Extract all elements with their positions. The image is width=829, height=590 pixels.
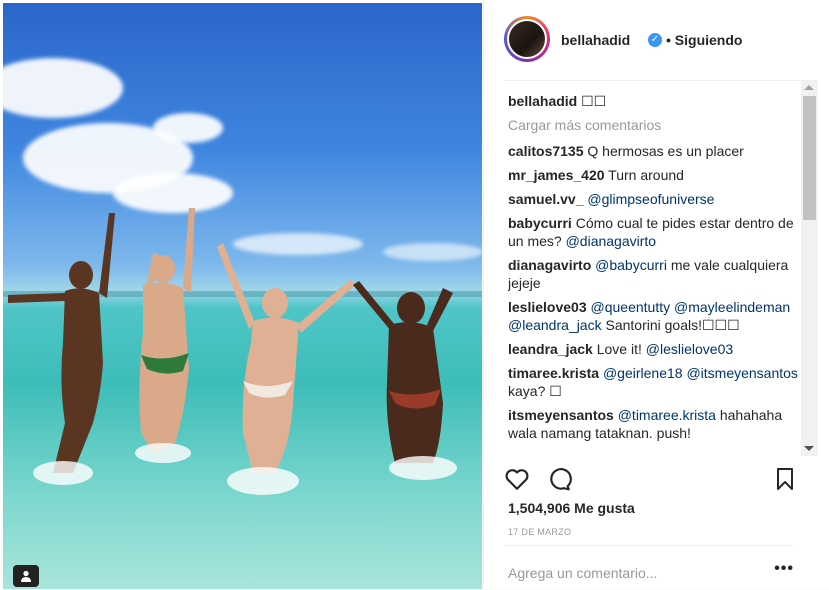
comment-mention[interactable]: @leslielove03 (646, 341, 733, 357)
comment-mention[interactable]: @mayleelindeman (674, 299, 790, 315)
user-tag-icon (21, 570, 31, 582)
comments-scrollbar[interactable] (801, 80, 818, 456)
comment-input[interactable]: Agrega un comentario... (508, 565, 657, 581)
comment-mention[interactable]: @leandra_jack (508, 317, 602, 333)
follow-status-label[interactable]: Siguiendo (675, 32, 743, 48)
comment-mention[interactable]: @queentutty (591, 299, 671, 315)
comment-item: samuel.vv_ @glimpseofuniverse (508, 190, 800, 208)
comment-mention[interactable]: @timaree.krista (618, 407, 716, 423)
post-date[interactable]: 17 DE MARZO (508, 527, 571, 537)
comment-username[interactable]: timaree.krista (508, 365, 599, 381)
avatar-ring[interactable] (504, 16, 550, 62)
follow-status[interactable]: • Siguiendo (666, 32, 742, 48)
comment-text: Santorini goals!☐☐☐ (601, 317, 740, 333)
post-header: bellahadid ✓ • Siguiendo (504, 0, 814, 81)
comment-username[interactable]: calitos7135 (508, 143, 584, 159)
comment-mention[interactable]: @geirlene18 (603, 365, 683, 381)
comment-mention[interactable]: @babycurri (595, 257, 667, 273)
more-options-button[interactable]: ••• (774, 560, 794, 578)
comment-username[interactable]: dianagavirto (508, 257, 591, 273)
comment-username[interactable]: leandra_jack (508, 341, 593, 357)
comment-item: mr_james_420 Turn around (508, 166, 800, 184)
people-silhouettes (8, 208, 457, 495)
comment-mention[interactable]: @dianagavirto (566, 233, 657, 249)
comment-username[interactable]: leslielove03 (508, 299, 587, 315)
comment-item: babycurri Cómo cual te pides estar dentr… (508, 214, 800, 250)
avatar[interactable] (507, 19, 547, 59)
header-username[interactable]: bellahadid (561, 32, 630, 48)
scroll-thumb[interactable] (803, 96, 816, 220)
add-comment-bar: Agrega un comentario... ••• (504, 545, 794, 590)
comment-username[interactable]: itsmeyensantos (508, 407, 614, 423)
comment-username[interactable]: babycurri (508, 215, 572, 231)
comment-username[interactable]: mr_james_420 (508, 167, 605, 183)
user-tag-button[interactable] (13, 565, 39, 587)
bookmark-icon[interactable] (774, 467, 796, 491)
comment-item: calitos7135 Q hermosas es un placer (508, 142, 800, 160)
comment-text: Q hermosas es un placer (587, 143, 744, 159)
comment-mention[interactable]: @glimpseofuniverse (587, 191, 714, 207)
caption: bellahadid ☐☐ (508, 92, 800, 110)
heart-icon[interactable] (504, 466, 530, 492)
post-container: bellahadid ✓ • Siguiendo bellahadid ☐☐ C… (0, 0, 829, 589)
post-sidebar: bellahadid ✓ • Siguiendo bellahadid ☐☐ C… (483, 0, 829, 589)
load-more-comments[interactable]: Cargar más comentarios (508, 116, 800, 134)
comment-text: Turn around (608, 167, 684, 183)
scroll-up-arrow[interactable] (804, 85, 814, 90)
comment-mention[interactable]: @itsmeyensantos (686, 365, 797, 381)
scroll-down-arrow[interactable] (804, 446, 814, 451)
caption-text: ☐☐ (581, 93, 607, 109)
comment-username[interactable]: samuel.vv_ (508, 191, 584, 207)
comment-icon[interactable] (546, 466, 572, 492)
comment-item: timaree.krista @geirlene18 @itsmeyensant… (508, 364, 800, 400)
post-photo[interactable] (3, 3, 482, 589)
likes-count[interactable]: 1,504,906 Me gusta (508, 500, 635, 516)
comment-item: leslielove03 @queentutty @mayleelindeman… (508, 298, 800, 334)
comment-container: calitos7135 Q hermosas es un placer mr_ja… (508, 142, 800, 442)
verified-icon: ✓ (648, 33, 662, 47)
caption-username[interactable]: bellahadid (508, 93, 577, 109)
comments-list: bellahadid ☐☐ Cargar más comentarios cal… (508, 92, 800, 454)
comment-text: Love it! (596, 341, 646, 357)
comment-text: kaya? ☐ (508, 383, 562, 399)
comment-item: itsmeyensantos @timaree.krista hahahaha … (508, 406, 800, 442)
comment-item: dianagavirto @babycurri me vale cualquie… (508, 256, 800, 292)
comment-item: leandra_jack Love it! @leslielove03 (508, 340, 800, 358)
